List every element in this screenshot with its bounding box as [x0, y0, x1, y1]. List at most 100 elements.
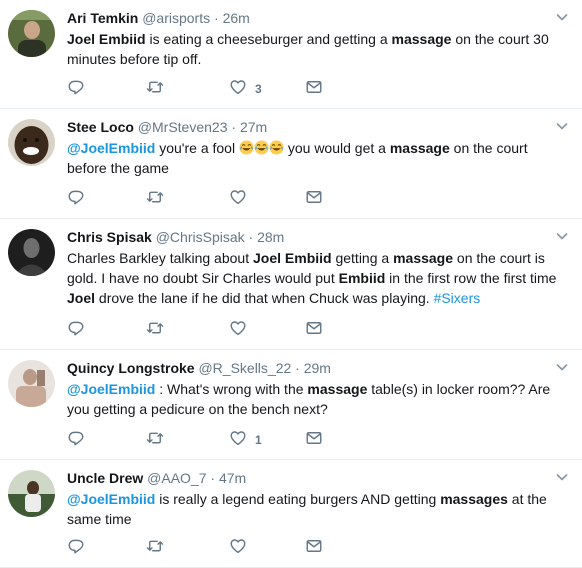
tweet-text: @JoelEmbiid is really a legend eating bu… [67, 489, 572, 529]
retweet-button[interactable] [146, 320, 164, 340]
chevron-down-icon[interactable] [554, 359, 570, 375]
tears-of-joy-emoji [239, 140, 284, 156]
like-button[interactable] [229, 538, 255, 558]
display-name[interactable]: Quincy Longstroke [67, 360, 195, 376]
chevron-down-icon[interactable] [554, 228, 570, 244]
mention-link[interactable]: @JoelEmbiid [67, 381, 155, 397]
separator-dot: · [231, 119, 237, 135]
tweet-actions [67, 320, 367, 340]
highlighted-term: Joel Embiid [253, 250, 332, 266]
user-handle[interactable]: @ChrisSpisak [156, 229, 245, 245]
separator-dot: · [295, 360, 300, 376]
display-name[interactable]: Stee Loco [67, 119, 134, 135]
reply-icon [67, 537, 85, 560]
reply-button[interactable] [67, 79, 85, 99]
tweet-header: Ari Temkin @arisports · 26m [67, 9, 572, 28]
tweet[interactable]: Stee Loco @MrSteven23 · 27m @JoelEmbiid … [0, 109, 582, 219]
like-button[interactable]: 3 [229, 79, 262, 99]
tweet[interactable]: Ari Temkin @arisports · 26m Joel Embiid … [0, 0, 582, 109]
mention-link[interactable]: @JoelEmbiid [67, 491, 155, 507]
tweet[interactable]: Chris Spisak @ChrisSpisak · 28m Charles … [0, 219, 582, 350]
retweet-icon [146, 537, 164, 560]
like-icon [229, 319, 247, 342]
tweet-text-fragment: : What's wrong with the [155, 381, 308, 397]
timestamp[interactable]: 29m [304, 360, 331, 376]
like-count: 1 [255, 433, 262, 447]
like-button[interactable] [229, 320, 255, 340]
tweet-text: Joel Embiid is eating a cheeseburger and… [67, 29, 572, 69]
highlighted-term: massage [393, 250, 454, 266]
timestamp[interactable]: 28m [257, 229, 284, 245]
tweet-text-fragment: Charles Barkley talking about [67, 250, 253, 266]
avatar[interactable] [8, 119, 55, 166]
tweet-feed: Ari Temkin @arisports · 26m Joel Embiid … [0, 0, 582, 568]
user-handle[interactable]: @AAO_7 [147, 470, 206, 486]
reply-button[interactable] [67, 320, 85, 340]
display-name[interactable]: Uncle Drew [67, 470, 143, 486]
reply-button[interactable] [67, 430, 85, 450]
user-handle[interactable]: @R_Skells_22 [198, 360, 291, 376]
like-icon [229, 78, 247, 101]
highlighted-term: massage [389, 140, 450, 156]
avatar[interactable] [8, 470, 55, 517]
tweet[interactable]: Quincy Longstroke @R_Skells_22 · 29m @Jo… [0, 350, 582, 460]
separator-dot: · [210, 470, 216, 486]
tweet-text-fragment: getting a [331, 250, 394, 266]
highlighted-term: massages [440, 491, 508, 507]
direct-message-button[interactable] [305, 79, 323, 99]
tweet-text: Charles Barkley talking about Joel Embii… [67, 248, 572, 308]
tweet-header: Stee Loco @MrSteven23 · 27m [67, 118, 572, 137]
direct-message-button[interactable] [305, 538, 323, 558]
hashtag-link[interactable]: #Sixers [434, 290, 481, 306]
reply-button[interactable] [67, 189, 85, 209]
tweet-header: Quincy Longstroke @R_Skells_22 · 29m [67, 359, 572, 378]
direct-message-icon [305, 319, 323, 342]
retweet-button[interactable] [146, 79, 164, 99]
chevron-down-icon[interactable] [554, 9, 570, 25]
tweet-text-fragment: you would get a [283, 140, 390, 156]
like-icon [229, 537, 247, 560]
tweet-text-fragment: you're a fool [155, 140, 239, 156]
chevron-down-icon[interactable] [554, 469, 570, 485]
reply-button[interactable] [67, 538, 85, 558]
reply-icon [67, 188, 85, 211]
direct-message-button[interactable] [305, 189, 323, 209]
tweet-text-fragment: in the first row the first time [385, 270, 557, 286]
retweet-button[interactable] [146, 538, 164, 558]
user-handle[interactable]: @arisports [142, 10, 210, 26]
highlighted-term: Embiid [338, 270, 386, 286]
retweet-button[interactable] [146, 189, 164, 209]
avatar[interactable] [8, 229, 55, 276]
tweet-header: Chris Spisak @ChrisSpisak · 28m [67, 228, 572, 247]
retweet-icon [146, 188, 164, 211]
display-name[interactable]: Ari Temkin [67, 10, 138, 26]
direct-message-icon [305, 78, 323, 101]
tweet-text: @JoelEmbiid : What's wrong with the mass… [67, 379, 572, 419]
like-button[interactable]: 1 [229, 430, 262, 450]
user-handle[interactable]: @MrSteven23 [138, 119, 228, 135]
tweet-actions: 1 [67, 430, 367, 450]
timestamp[interactable]: 27m [240, 119, 267, 135]
display-name[interactable]: Chris Spisak [67, 229, 152, 245]
retweet-icon [146, 319, 164, 342]
separator-dot: · [248, 229, 254, 245]
timestamp[interactable]: 26m [223, 10, 250, 26]
direct-message-icon [305, 429, 323, 452]
like-button[interactable] [229, 189, 255, 209]
direct-message-button[interactable] [305, 430, 323, 450]
timestamp[interactable]: 47m [219, 470, 246, 486]
avatar[interactable] [8, 360, 55, 407]
retweet-button[interactable] [146, 430, 164, 450]
reply-icon [67, 319, 85, 342]
highlighted-term: massage [391, 31, 452, 47]
chevron-down-icon[interactable] [554, 118, 570, 134]
direct-message-button[interactable] [305, 320, 323, 340]
tweet[interactable]: Uncle Drew @AAO_7 · 47m @JoelEmbiid is r… [0, 460, 582, 568]
tweet-actions [67, 538, 367, 558]
mention-link[interactable]: @JoelEmbiid [67, 140, 155, 156]
separator-dot: · [214, 10, 219, 26]
reply-icon [67, 78, 85, 101]
like-icon [229, 188, 247, 211]
like-count: 3 [255, 82, 262, 96]
avatar[interactable] [8, 10, 55, 57]
